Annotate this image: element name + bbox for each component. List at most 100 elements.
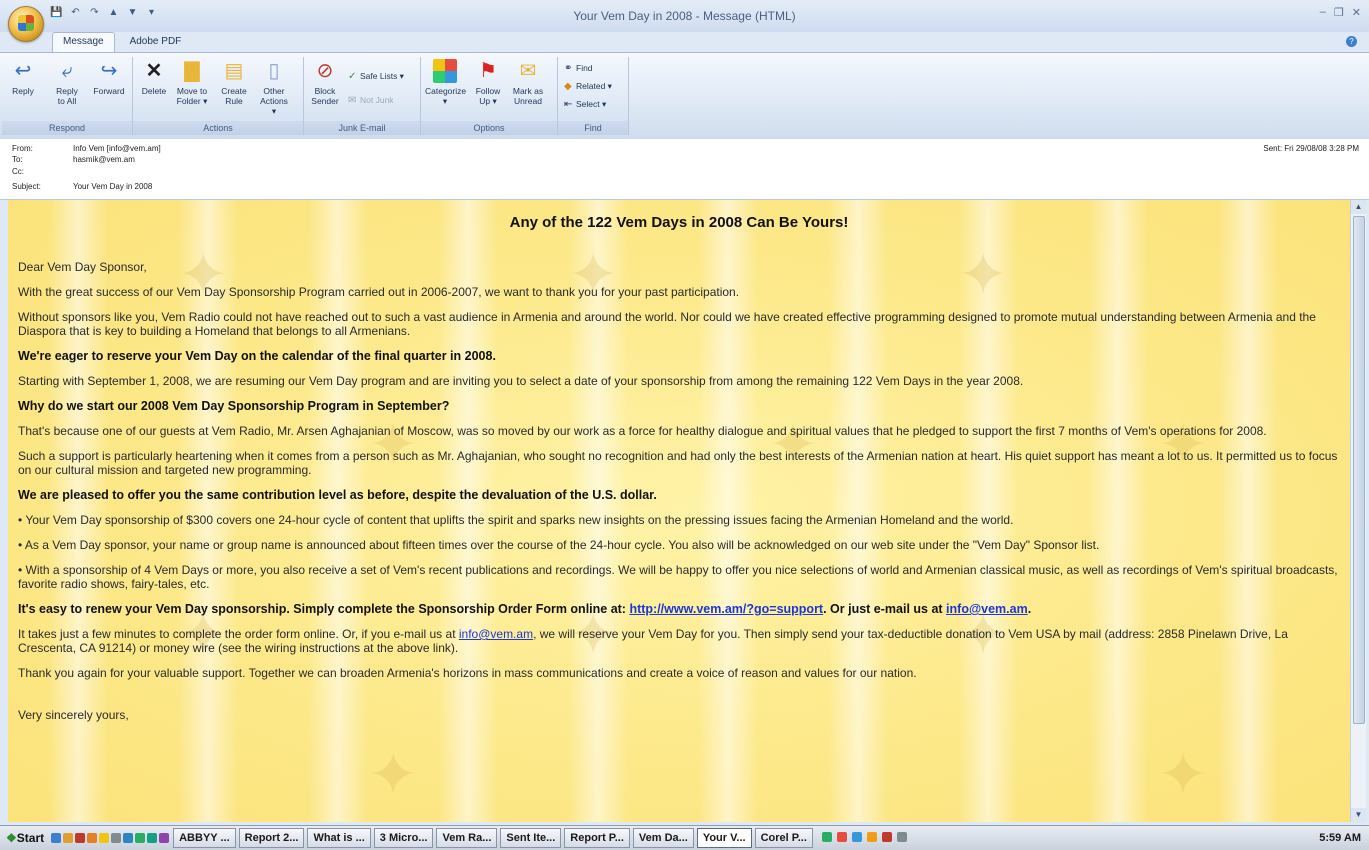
taskbar-item[interactable]: What is ... (307, 828, 371, 848)
forward-icon: ↪ (100, 60, 118, 82)
windows-logo-icon: ❖ (6, 831, 17, 845)
not-junk-button[interactable]: ✉ Not Junk (348, 95, 394, 106)
group-actions: ✕ Delete ▇ Move to Folder ▾ ▤ Create Rule ▯… (133, 57, 304, 135)
group-label-actions: Actions (133, 121, 303, 135)
quicklaunch-icon[interactable] (99, 833, 110, 843)
email-link[interactable]: info@vem.am (946, 602, 1028, 616)
paragraph: That's because one of our guests at Vem … (18, 424, 1267, 438)
paragraph: Without sponsors like you, Vem Radio cou… (18, 310, 1316, 338)
support-link[interactable]: http://www.vem.am/?go=support (629, 602, 823, 616)
group-label-find: Find (558, 121, 628, 135)
taskbar-item[interactable]: 3 Micro... (373, 828, 434, 848)
clock[interactable]: 5:59 AM (1311, 832, 1369, 844)
start-button[interactable]: ❖Start (0, 831, 50, 845)
other-actions-button[interactable]: ▯ Other Actions ▾ (257, 59, 291, 116)
from-value[interactable]: Info Vem [info@vem.am] (73, 144, 161, 153)
categorize-icon (433, 59, 457, 83)
find-button[interactable]: ⚭ Find (564, 63, 593, 74)
tab-message[interactable]: Message (52, 32, 115, 52)
delete-button[interactable]: ✕ Delete (137, 59, 171, 96)
to-label: To: (12, 155, 23, 164)
select-label: Select ▾ (576, 99, 607, 109)
follow-up-button[interactable]: ⚑ Follow Up ▾ (471, 59, 505, 106)
reply-button[interactable]: ↩ Reply (6, 59, 40, 96)
taskbar-item[interactable]: Report P... (564, 828, 630, 848)
tray-icon[interactable] (821, 831, 832, 842)
quicklaunch-icon[interactable] (111, 833, 122, 843)
group-options: Categorize ▾ ⚑ Follow Up ▾ ✉ Mark as Unrea… (421, 57, 558, 135)
quicklaunch-icon[interactable] (147, 833, 158, 843)
taskbar-item-active[interactable]: Your V... (696, 828, 752, 848)
heading-text: . Or just e-mail us at (823, 602, 947, 616)
block-sender-button[interactable]: ⊘ Block Sender (308, 59, 342, 106)
quicklaunch-icon[interactable] (87, 833, 98, 843)
email-link[interactable]: info@vem.am (459, 627, 533, 641)
mark-unread-button[interactable]: ✉ Mark as Unread (511, 59, 545, 106)
quicklaunch-icon[interactable] (135, 833, 146, 843)
message-header: From: Info Vem [info@vem.am] To: hasmik@ve… (0, 139, 1369, 200)
taskbar: ❖Start ABBYY ... Report 2... What is ...… (0, 825, 1369, 850)
minimize-icon[interactable]: – (1320, 6, 1326, 19)
office-logo-icon (18, 15, 34, 31)
tray-icon[interactable] (882, 831, 893, 842)
block-sender-icon: ⊘ (316, 60, 334, 82)
to-value[interactable]: hasmik@vem.am (73, 155, 135, 164)
scroll-down-icon[interactable]: ▼ (1351, 808, 1366, 822)
section-heading: Why do we start our 2008 Vem Day Sponsor… (18, 399, 450, 413)
tray-icon[interactable] (852, 831, 862, 842)
move-to-folder-button[interactable]: ▇ Move to Folder ▾ (175, 59, 209, 106)
categorize-button[interactable]: Categorize ▾ (425, 59, 467, 106)
vertical-scrollbar[interactable]: ▲ ▼ (1350, 200, 1366, 822)
document-icon: ▯ (268, 60, 280, 82)
taskbar-item[interactable]: Vem Ra... (436, 828, 498, 848)
envelope-icon: ✉ (519, 60, 537, 82)
quicklaunch-icon[interactable] (51, 833, 62, 843)
quicklaunch-icon[interactable] (123, 833, 134, 843)
tray-icon[interactable] (897, 831, 908, 842)
system-tray (821, 831, 908, 845)
related-button[interactable]: ◆ Related ▾ (564, 81, 612, 92)
group-label-respond: Respond (2, 121, 132, 135)
taskbar-item[interactable]: Sent Ite... (500, 828, 562, 848)
subject-value: Your Vem Day in 2008 (73, 182, 153, 191)
paragraph: Such a support is particularly heartenin… (18, 449, 1338, 477)
background-emblem: ✦ (368, 741, 419, 808)
taskbar-item[interactable]: ABBYY ... (173, 828, 236, 848)
safe-lists-button[interactable]: ✓ Safe Lists ▾ (348, 71, 404, 82)
forward-button[interactable]: ↪ Forward (92, 59, 126, 96)
taskbar-item[interactable]: Report 2... (238, 828, 305, 848)
maximize-icon[interactable]: ❐ (1334, 6, 1344, 19)
quicklaunch-icon[interactable] (75, 833, 86, 843)
reply-all-button[interactable]: ⤶ Reply to All (50, 59, 84, 106)
window-controls: – ❐ ✕ (1320, 6, 1361, 19)
paragraph: Starting with September 1, 2008, we are … (18, 374, 1024, 388)
categorize-label: Categorize ▾ (425, 86, 467, 106)
section-heading: We're eager to reserve your Vem Day on t… (18, 349, 496, 363)
section-heading: We are pleased to offer you the same con… (18, 488, 657, 502)
tab-adobe-pdf[interactable]: Adobe PDF (119, 32, 193, 52)
bullet-item: • With a sponsorship of 4 Vem Days or mo… (18, 563, 1338, 591)
tray-icon[interactable] (867, 831, 878, 842)
tray-icon[interactable] (836, 831, 847, 842)
quicklaunch-icon[interactable] (63, 833, 74, 843)
create-rule-button[interactable]: ▤ Create Rule (217, 59, 251, 106)
folder-icon: ▇ (184, 60, 200, 82)
help-icon[interactable]: ? (1346, 36, 1357, 47)
message-content: Any of the 122 Vem Days in 2008 Can Be Y… (8, 200, 1350, 722)
delete-icon: ✕ (145, 60, 163, 82)
scroll-up-icon[interactable]: ▲ (1351, 200, 1366, 214)
delete-label: Delete (141, 86, 167, 96)
select-button[interactable]: ⇤ Select ▾ (564, 99, 606, 110)
quicklaunch-icon[interactable] (159, 833, 170, 843)
heading-text: It's easy to renew your Vem Day sponsors… (18, 602, 630, 616)
office-button[interactable] (8, 6, 44, 42)
from-label: From: (12, 144, 33, 153)
taskbar-item[interactable]: Vem Da... (632, 828, 694, 848)
message-body: ✦ ✦ ✦ ✦ ✦ ✦ ✦ ✦ ✦ ✦ ✦ Any of the 122 Vem… (8, 200, 1350, 822)
close-icon[interactable]: ✕ (1352, 6, 1361, 19)
sent-date: Sent: Fri 29/08/08 3:28 PM (1263, 144, 1359, 153)
taskbar-item[interactable]: Corel P... (754, 828, 813, 848)
follow-up-label: Follow Up ▾ (475, 86, 501, 106)
scroll-thumb[interactable] (1353, 216, 1365, 724)
group-label-options: Options (421, 121, 557, 135)
